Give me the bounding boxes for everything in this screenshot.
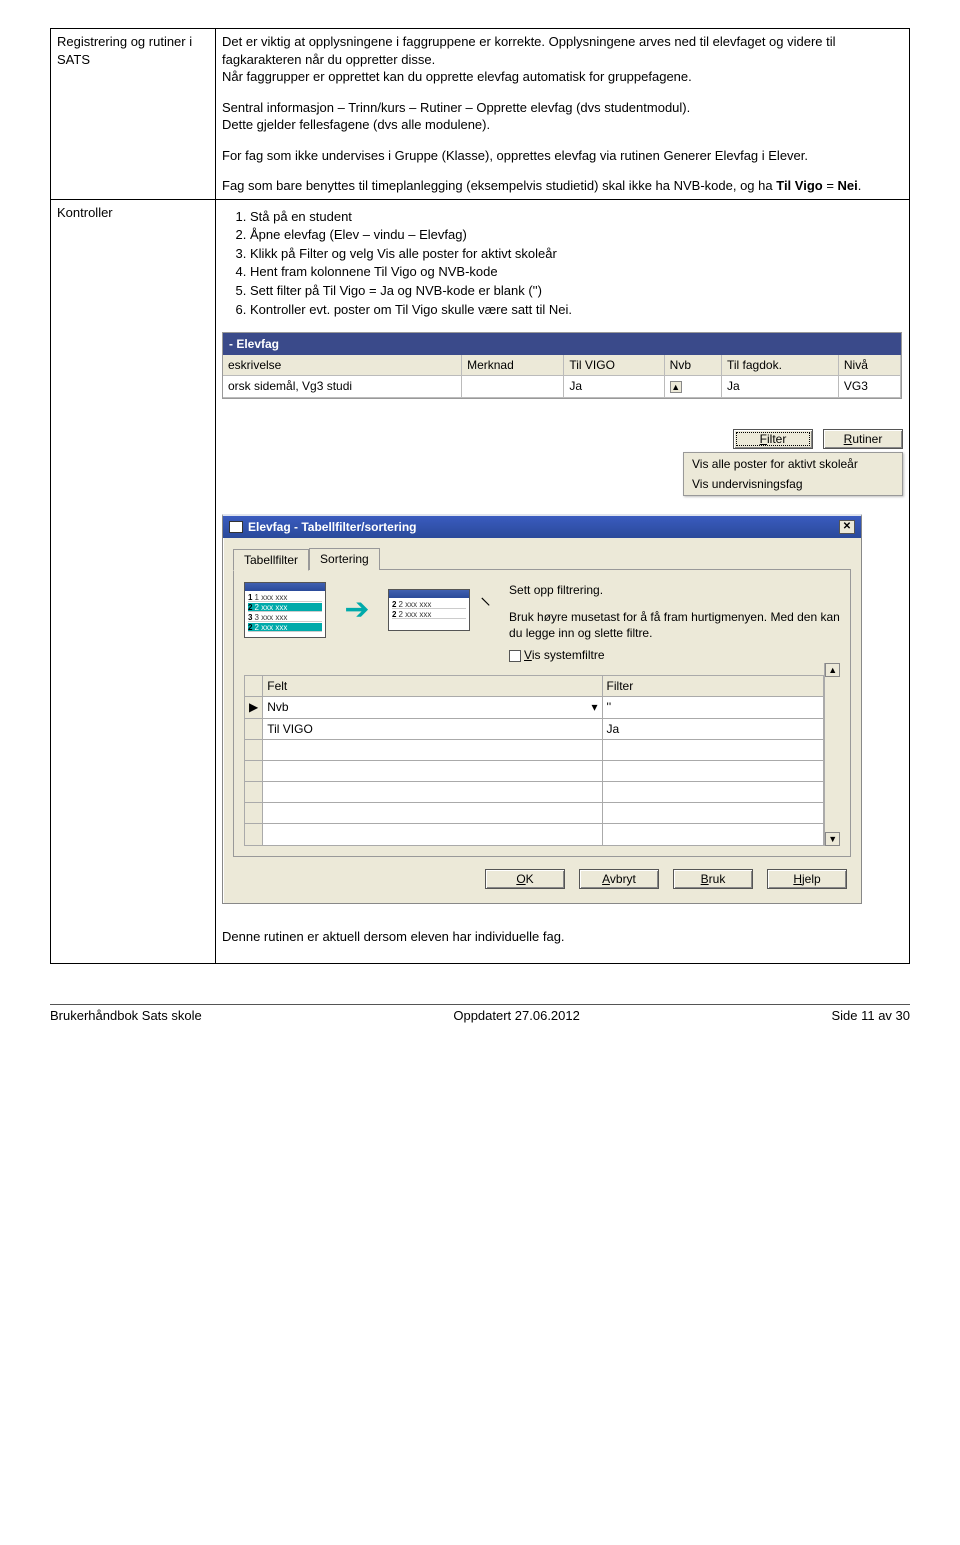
arrow-icon: ➔ bbox=[332, 590, 382, 631]
cell-eskrivelse[interactable]: orsk sidemål, Vg3 studi bbox=[223, 376, 462, 397]
help-title: Sett opp filtrering. bbox=[509, 582, 840, 598]
step-1: Stå på en student bbox=[250, 208, 903, 226]
step-2: Åpne elevfag (Elev – vindu – Elevfag) bbox=[250, 226, 903, 244]
col-eskrivelse[interactable]: eskrivelse bbox=[223, 355, 462, 376]
cell-niva[interactable]: VG3 bbox=[838, 376, 900, 397]
row2-note: Denne rutinen er aktuell dersom eleven h… bbox=[222, 928, 903, 946]
menu-item-all-posts[interactable]: Vis alle poster for aktivt skoleår bbox=[684, 454, 902, 474]
row1-p5a: Fag som bare benyttes til timeplanleggin… bbox=[222, 178, 776, 193]
cancel-button[interactable]: Avbryt bbox=[579, 869, 659, 889]
grid-row-empty-4[interactable] bbox=[245, 803, 824, 824]
screenshot-filter-popup: Filter Rutiner Vis alle poster for aktiv… bbox=[623, 429, 903, 496]
dropdown-arrow-icon[interactable]: ▲ bbox=[670, 381, 682, 393]
row1-label: Registrering og rutiner i SATS bbox=[51, 29, 216, 200]
row1-p1: Det er viktig at opplysningene i faggrup… bbox=[222, 33, 903, 68]
table-row[interactable]: orsk sidemål, Vg3 studi Ja ▲ Ja VG3 bbox=[223, 376, 901, 397]
row1-p5c: = bbox=[823, 178, 838, 193]
row-marker-icon: ▶ bbox=[245, 697, 263, 718]
grid-col-felt[interactable]: Felt bbox=[263, 676, 602, 697]
rutiner-button[interactable]: Rutiner bbox=[823, 429, 903, 449]
row2-content: Stå på en student Åpne elevfag (Elev – v… bbox=[216, 199, 910, 963]
menu-item-undervisningsfag[interactable]: Vis undervisningsfag bbox=[684, 474, 902, 494]
dialog-title: Elevfag - Tabellfilter/sortering bbox=[248, 519, 416, 535]
step-4: Hent fram kolonnene Til Vigo og NVB-kode bbox=[250, 263, 903, 281]
window-icon bbox=[229, 521, 243, 533]
filter-menu[interactable]: Vis alle poster for aktivt skoleår Vis u… bbox=[683, 452, 903, 496]
help-paragraph: Bruk høyre musetast for å få fram hurtig… bbox=[509, 609, 840, 641]
col-tilvigo[interactable]: Til VIGO bbox=[564, 355, 664, 376]
grid-row-1[interactable]: ▶ Nvb ▾ '' bbox=[245, 697, 824, 718]
tabpanel-filter: 11 xxx xxx 22 xxx xxx 33 xxx xxx 22 xxx … bbox=[233, 569, 851, 856]
cell-merknad[interactable] bbox=[462, 376, 564, 397]
screenshot-elevfag-grid: - Elevfag eskrivelse Merknad Til VIGO Nv… bbox=[222, 332, 902, 399]
row1-p3a: Sentral informasjon – Trinn/kurs – Rutin… bbox=[222, 99, 903, 117]
row1-p5e: . bbox=[858, 178, 862, 193]
dropdown-icon[interactable]: ▾ bbox=[592, 699, 598, 715]
cell-tilfagdok[interactable]: Ja bbox=[722, 376, 839, 397]
cell-tilvigo[interactable]: Ja bbox=[564, 376, 664, 397]
row1-p3b: Dette gjelder fellesfagene (dvs alle mod… bbox=[222, 116, 903, 134]
row1-p5: Fag som bare benyttes til timeplanleggin… bbox=[222, 177, 903, 195]
screenshot-tabellfilter-dialog: Elevfag - Tabellfilter/sortering ✕ Tabel… bbox=[222, 514, 862, 904]
row1-content: Det er viktig at opplysningene i faggrup… bbox=[216, 29, 910, 200]
grid-scrollbar[interactable]: ▲ ▼ bbox=[824, 663, 840, 846]
vis-systemfiltre-label: Vis systemfiltre bbox=[524, 648, 604, 662]
cell-nvb[interactable]: ▲ bbox=[664, 376, 721, 397]
row2-label: Kontroller bbox=[51, 199, 216, 963]
grid-row-empty-1[interactable] bbox=[245, 739, 824, 760]
col-nvb[interactable]: Nvb bbox=[664, 355, 721, 376]
tab-sortering[interactable]: Sortering bbox=[309, 548, 380, 570]
document-table: Registrering og rutiner i SATS Det er vi… bbox=[50, 28, 910, 964]
col-niva[interactable]: Nivå bbox=[838, 355, 900, 376]
footer-right: Side 11 av 30 bbox=[831, 1008, 910, 1023]
close-icon[interactable]: ✕ bbox=[839, 520, 855, 534]
step-5: Sett filter på Til Vigo = Ja og NVB-kode… bbox=[250, 282, 903, 300]
filter-illustration-left: 11 xxx xxx 22 xxx xxx 33 xxx xxx 22 xxx … bbox=[244, 582, 326, 638]
footer-left: Brukerhåndbok Sats skole bbox=[50, 1008, 202, 1023]
cell-felt-1[interactable]: Nvb bbox=[267, 700, 288, 714]
dialog-help-text: Sett opp filtrering. Bruk høyre musetast… bbox=[509, 582, 840, 663]
grid-row-2[interactable]: Til VIGO Ja bbox=[245, 718, 824, 739]
filter-illustration-right: 22 xxx xxx 22 xxx xxx bbox=[388, 589, 470, 631]
step-3: Klikk på Filter og velg Vis alle poster … bbox=[250, 245, 903, 263]
vis-systemfiltre-checkbox[interactable] bbox=[509, 650, 521, 662]
filter-grid: Felt Filter ▶ Nvb ▾ '' Til VIGO bbox=[244, 675, 824, 846]
row1-p2: Når faggrupper er opprettet kan du oppre… bbox=[222, 68, 903, 86]
col-tilfagdok[interactable]: Til fagdok. bbox=[722, 355, 839, 376]
footer-center: Oppdatert 27.06.2012 bbox=[453, 1008, 580, 1023]
grid-col-filter[interactable]: Filter bbox=[602, 676, 824, 697]
row1-p4: For fag som ikke undervises i Gruppe (Kl… bbox=[222, 147, 903, 165]
col-merknad[interactable]: Merknad bbox=[462, 355, 564, 376]
dialog-tabs: Tabellfilter Sortering bbox=[233, 548, 851, 570]
row1-p5d: Nei bbox=[838, 178, 858, 193]
magnify-icon: ⸜ bbox=[480, 582, 491, 612]
grid-rowmark-header bbox=[245, 676, 263, 697]
scroll-up-icon[interactable]: ▲ bbox=[825, 663, 840, 677]
scroll-down-icon[interactable]: ▼ bbox=[825, 832, 840, 846]
step-6: Kontroller evt. poster om Til Vigo skull… bbox=[250, 301, 903, 319]
apply-button[interactable]: Bruk bbox=[673, 869, 753, 889]
elevfag-titlebar: - Elevfag bbox=[223, 333, 901, 355]
page-footer: Brukerhåndbok Sats skole Oppdatert 27.06… bbox=[50, 1004, 910, 1023]
filter-button[interactable]: Filter bbox=[733, 429, 813, 449]
steps-list: Stå på en student Åpne elevfag (Elev – v… bbox=[242, 208, 903, 318]
grid-row-empty-3[interactable] bbox=[245, 782, 824, 803]
grid-row-empty-2[interactable] bbox=[245, 760, 824, 781]
grid-row-empty-5[interactable] bbox=[245, 824, 824, 845]
cell-felt-2[interactable]: Til VIGO bbox=[263, 718, 602, 739]
cell-filter-2[interactable]: Ja bbox=[602, 718, 824, 739]
row1-p5b: Til Vigo bbox=[776, 178, 822, 193]
help-button[interactable]: Hjelp bbox=[767, 869, 847, 889]
ok-button[interactable]: OK bbox=[485, 869, 565, 889]
cell-filter-1[interactable]: '' bbox=[602, 697, 824, 718]
tab-tabellfilter[interactable]: Tabellfilter bbox=[233, 549, 309, 571]
